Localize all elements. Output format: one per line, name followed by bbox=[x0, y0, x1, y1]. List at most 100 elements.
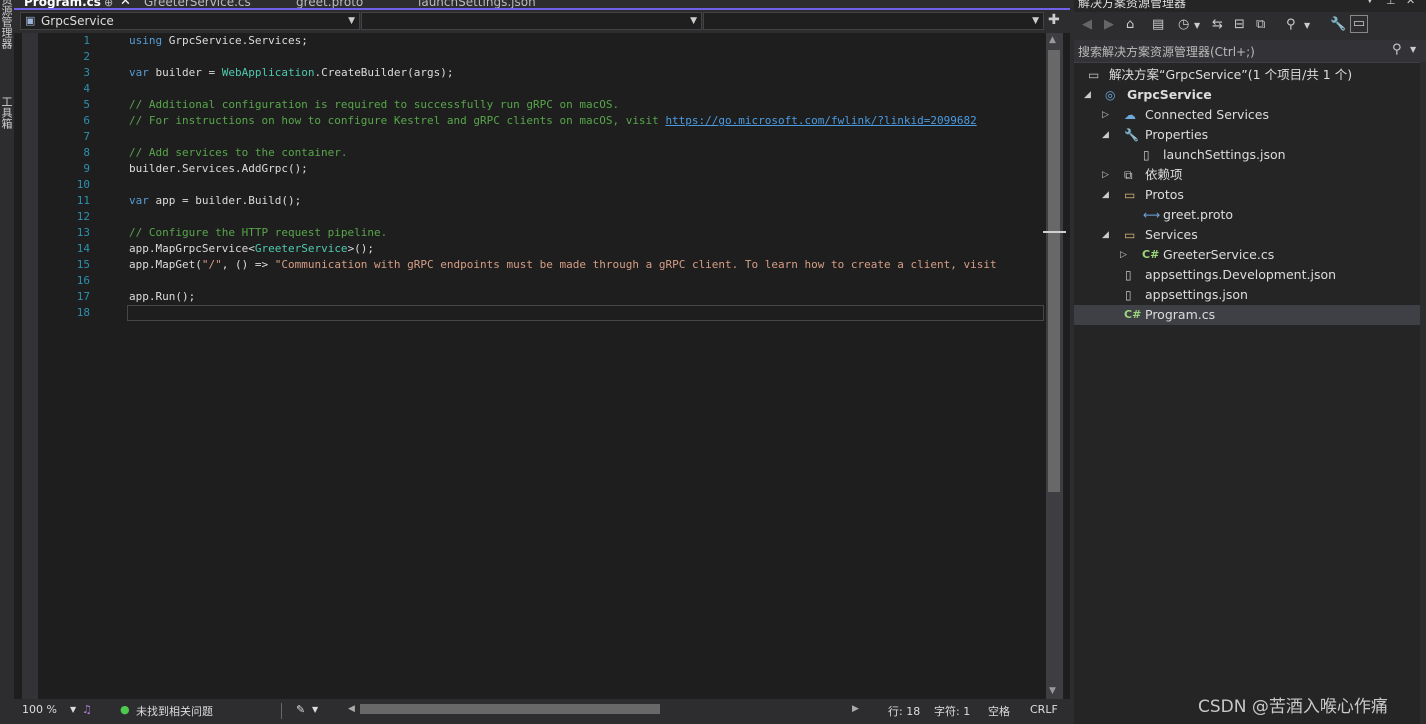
solution-search-box[interactable]: 搜索解决方案资源管理器(Ctrl+;) ⚲ ▼ bbox=[1074, 40, 1426, 63]
code-line-13[interactable]: // Configure the HTTP request pipeline. bbox=[129, 225, 387, 241]
scroll-up-arrow-icon[interactable]: ▲ bbox=[1049, 35, 1056, 45]
forward-icon[interactable]: ▶ bbox=[1104, 17, 1114, 32]
line-number: 14 bbox=[76, 242, 90, 255]
line-ending-indicator[interactable]: CRLF bbox=[1030, 703, 1058, 716]
close-icon[interactable]: ✕ bbox=[1406, 0, 1415, 7]
collapsed-arrow-icon[interactable]: ▷ bbox=[1102, 105, 1109, 125]
solution-icon: ▭ bbox=[1088, 68, 1100, 82]
proto-file-icon: ⟷ bbox=[1143, 208, 1161, 222]
code-line-3[interactable]: var builder = WebApplication.CreateBuild… bbox=[129, 65, 454, 81]
scroll-left-arrow-icon[interactable]: ◀ bbox=[348, 704, 355, 714]
tree-item-solution[interactable]: 解决方案“GrpcService”(1 个项目/共 1 个) bbox=[1109, 65, 1352, 85]
member-dropdown[interactable]: ▼ bbox=[703, 12, 1044, 30]
line-number: 15 bbox=[76, 258, 90, 271]
tree-item-protos[interactable]: Protos bbox=[1145, 185, 1184, 205]
line-number: 6 bbox=[83, 114, 90, 127]
sync-icon[interactable]: ⇆ bbox=[1212, 17, 1223, 32]
toolbox-vertical-tab[interactable]: 工具箱 bbox=[0, 96, 14, 129]
tree-item-greeter-service[interactable]: GreeterService.cs bbox=[1163, 245, 1274, 265]
preview-selected-icon[interactable]: ▭ bbox=[1350, 15, 1368, 33]
chevron-down-icon[interactable]: ▼ bbox=[1410, 45, 1416, 54]
tree-item-dependencies[interactable]: 依赖项 bbox=[1145, 165, 1183, 185]
code-line-6[interactable]: // For instructions on how to configure … bbox=[129, 113, 977, 129]
properties-icon: 🔧 bbox=[1124, 128, 1139, 142]
chevron-down-icon[interactable]: ▼ bbox=[312, 705, 318, 714]
tree-item-project[interactable]: GrpcService bbox=[1127, 85, 1212, 105]
current-line-highlight bbox=[127, 305, 1044, 321]
fwlink-link[interactable]: https://go.microsoft.com/fwlink/?linkid=… bbox=[665, 114, 976, 127]
scroll-down-arrow-icon[interactable]: ▼ bbox=[1049, 686, 1056, 696]
code-editor[interactable] bbox=[14, 33, 1070, 699]
filter-icon[interactable]: ⚲ bbox=[1286, 17, 1296, 32]
type-dropdown[interactable]: ▼ bbox=[361, 12, 702, 30]
history-icon[interactable]: ◷ bbox=[1178, 17, 1189, 32]
collapse-all-icon[interactable]: ⊟ bbox=[1234, 17, 1245, 32]
line-number: 7 bbox=[83, 130, 90, 143]
chevron-down-icon[interactable]: ▼ bbox=[1304, 21, 1310, 30]
collapsed-arrow-icon[interactable]: ▷ bbox=[1120, 245, 1127, 265]
code-line-14[interactable]: app.MapGrpcService<GreeterService>(); bbox=[129, 241, 374, 257]
whitespace-indicator[interactable]: 空格 bbox=[988, 703, 1010, 719]
tree-item-program-cs[interactable]: Program.cs bbox=[1145, 305, 1215, 325]
code-line-15[interactable]: app.MapGet("/", () => "Communication wit… bbox=[129, 257, 1043, 273]
line-number: 8 bbox=[83, 146, 90, 159]
expanded-arrow-icon[interactable]: ◢ bbox=[1102, 225, 1109, 245]
search-input[interactable]: 搜索解决方案资源管理器(Ctrl+;) bbox=[1078, 43, 1255, 60]
code-line-5[interactable]: // Additional configuration is required … bbox=[129, 97, 619, 113]
horizontal-scrollbar-thumb[interactable] bbox=[360, 704, 660, 714]
code-line-1[interactable]: using GrpcService.Services; bbox=[129, 33, 308, 49]
back-icon[interactable]: ◀ bbox=[1082, 17, 1092, 32]
char-indicator[interactable]: 字符: 1 bbox=[934, 703, 970, 719]
show-all-files-icon[interactable]: ⧉ bbox=[1256, 17, 1265, 32]
line-number: 16 bbox=[76, 274, 90, 287]
json-file-icon: ▯ bbox=[1143, 148, 1150, 162]
project-dropdown[interactable]: ▣ GrpcService ▼ bbox=[20, 12, 360, 30]
code-line-17[interactable]: app.Run(); bbox=[129, 289, 195, 305]
editor-margin bbox=[22, 33, 38, 699]
expanded-arrow-icon[interactable]: ◢ bbox=[1102, 125, 1109, 145]
tree-item-launch-settings[interactable]: launchSettings.json bbox=[1163, 145, 1286, 165]
split-editor-icon[interactable]: ✚ bbox=[1048, 12, 1060, 28]
solution-scrollbar[interactable] bbox=[1420, 62, 1426, 724]
line-number: 13 bbox=[76, 226, 90, 239]
zoom-level[interactable]: 100 % bbox=[22, 703, 57, 716]
navigation-bar: ▣ GrpcService ▼ ▼ ▼ ✚ bbox=[14, 10, 1070, 33]
tree-item-services[interactable]: Services bbox=[1145, 225, 1198, 245]
scroll-right-arrow-icon[interactable]: ▶ bbox=[852, 704, 859, 714]
tree-item-properties[interactable]: Properties bbox=[1145, 125, 1208, 145]
intellicode-icon[interactable]: ♫ bbox=[82, 703, 92, 716]
collapsed-arrow-icon[interactable]: ▷ bbox=[1102, 165, 1109, 185]
solution-explorer-toolbar: ◀ ▶ ⌂ ▤ ◷ ▼ ⇆ ⊟ ⧉ ⚲ ▼ 🔧 ▭ bbox=[1074, 12, 1426, 40]
tree-item-connected-services[interactable]: Connected Services bbox=[1145, 105, 1269, 125]
wrench-icon[interactable]: 🔧 bbox=[1330, 17, 1346, 32]
expanded-arrow-icon[interactable]: ◢ bbox=[1084, 85, 1091, 105]
pin-icon[interactable]: ⊥ bbox=[1386, 0, 1396, 7]
issues-status[interactable]: 未找到相关问题 bbox=[136, 703, 213, 719]
explorer-vertical-tab[interactable]: 资源管理器 bbox=[0, 0, 14, 49]
line-indicator[interactable]: 行: 18 bbox=[888, 703, 920, 719]
code-line-11[interactable]: var app = builder.Build(); bbox=[129, 193, 301, 209]
caret-position-marker bbox=[1043, 231, 1066, 233]
search-icon[interactable]: ⚲ bbox=[1392, 42, 1402, 57]
tree-item-appsettings-development[interactable]: appsettings.Development.json bbox=[1145, 265, 1336, 285]
cleanup-brush-icon[interactable]: ✎ bbox=[296, 703, 305, 716]
chevron-down-icon[interactable]: ▼ bbox=[1194, 21, 1200, 30]
tree-item-greet-proto[interactable]: greet.proto bbox=[1163, 205, 1233, 225]
close-icon[interactable]: ✕ bbox=[120, 0, 131, 9]
project-dropdown-value: GrpcService bbox=[41, 14, 114, 28]
code-line-8[interactable]: // Add services to the container. bbox=[129, 145, 348, 161]
line-number: 2 bbox=[83, 50, 90, 63]
chevron-down-icon[interactable]: ▼ bbox=[70, 705, 76, 714]
home-icon[interactable]: ⌂ bbox=[1126, 17, 1134, 32]
watermark: CSDN @苦酒入喉心作痛 bbox=[1198, 697, 1388, 717]
line-number: 12 bbox=[76, 210, 90, 223]
code-line-9[interactable]: builder.Services.AddGrpc(); bbox=[129, 161, 308, 177]
tree-item-appsettings[interactable]: appsettings.json bbox=[1145, 285, 1248, 305]
editor-status-bar: 100 % ▼ ♫ ● 未找到相关问题 ✎ ▼ ◀ ▶ 行: 18 字符: 1 … bbox=[14, 699, 1070, 724]
scrollbar-thumb[interactable] bbox=[1048, 50, 1060, 492]
line-number: 1 bbox=[83, 34, 90, 47]
connected-services-icon: ☁ bbox=[1124, 108, 1136, 122]
folder-view-icon[interactable]: ▤ bbox=[1152, 17, 1164, 32]
expanded-arrow-icon[interactable]: ◢ bbox=[1102, 185, 1109, 205]
panel-menu-icon[interactable]: ▼ bbox=[1366, 0, 1374, 5]
